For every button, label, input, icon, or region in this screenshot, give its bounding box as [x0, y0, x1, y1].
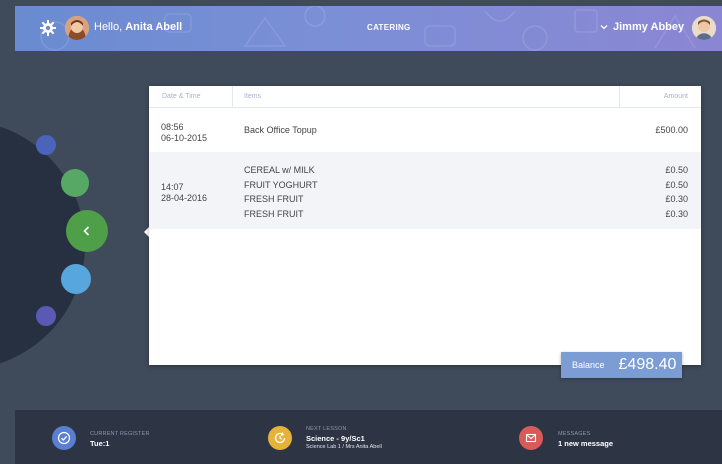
- row-item: FRESH FRUIT: [244, 194, 304, 204]
- messages-button[interactable]: [519, 426, 543, 450]
- register-button[interactable]: [52, 426, 76, 450]
- row-time: 08:56: [161, 122, 184, 132]
- page-title: CATERING: [367, 23, 411, 32]
- row-amount: £0.50: [665, 179, 688, 190]
- back-button[interactable]: [66, 210, 108, 252]
- row-amount: £0.30: [665, 208, 688, 219]
- row-datetime: 14:07 28-04-2016: [161, 182, 207, 204]
- row-item: CEREAL w/ MILK: [244, 165, 315, 175]
- table-header: Date & Time Items Amount: [149, 86, 701, 108]
- row-item: FRESH FRUIT: [244, 208, 304, 219]
- column-divider: [232, 86, 233, 108]
- balance-badge: Balance £498.40: [561, 352, 682, 378]
- transactions-panel: Date & Time Items Amount 08:56 06-10-201…: [149, 86, 701, 365]
- nav-dot[interactable]: [36, 306, 56, 326]
- nav-dot[interactable]: [36, 135, 56, 155]
- lesson-value: Science - 9y/Sc1: [306, 434, 365, 443]
- row-items: Back Office Topup: [244, 123, 317, 138]
- row-datetime: 08:56 06-10-2015: [161, 122, 207, 144]
- refresh-clock-icon: [274, 432, 286, 444]
- top-bar: Hello, Anita Abell CATERING Jimmy Abbey: [15, 6, 722, 51]
- column-header-items: Items: [244, 93, 262, 100]
- row-amounts: £500.00: [655, 123, 688, 138]
- app-window: Hello, Anita Abell CATERING Jimmy Abbey …: [0, 0, 722, 464]
- greeting: Hello, Anita Abell: [94, 21, 182, 33]
- gear-icon[interactable]: [39, 19, 57, 37]
- column-header-date: Date & Time: [162, 93, 201, 100]
- register-label: CURRENT REGISTER: [90, 431, 150, 437]
- chevron-down-icon[interactable]: [600, 23, 608, 31]
- check-circle-icon: [57, 431, 71, 445]
- row-amounts: £0.50 £0.50 £0.30 £0.30: [665, 163, 688, 221]
- row-items: CEREAL w/ MILK FRUIT YOGHURT FRESH FRUIT…: [244, 163, 318, 221]
- chevron-left-icon: [83, 226, 90, 236]
- balance-label: Balance: [572, 360, 605, 370]
- column-header-amount: Amount: [663, 93, 688, 100]
- user-menu-name[interactable]: Jimmy Abbey: [613, 21, 684, 33]
- row-date: 06-10-2015: [161, 133, 208, 143]
- table-row[interactable]: 14:07 28-04-2016 CEREAL w/ MILK FRUIT YO…: [149, 152, 701, 229]
- lesson-button[interactable]: [268, 426, 292, 450]
- nav-dot[interactable]: [61, 264, 91, 294]
- nav-dot[interactable]: [61, 169, 89, 197]
- footer-bar: CURRENT REGISTER Tue:1 NEXT LESSON Scien…: [15, 410, 722, 464]
- messages-value[interactable]: 1 new message: [558, 439, 613, 448]
- row-item: FRUIT YOGHURT: [244, 179, 318, 190]
- column-divider: [619, 86, 620, 108]
- greeting-name: Anita Abell: [125, 21, 183, 33]
- row-amount: £500.00: [655, 125, 688, 135]
- register-value: Tue:1: [90, 439, 110, 448]
- row-amount: £0.50: [665, 165, 688, 175]
- avatar[interactable]: [65, 16, 89, 40]
- messages-label: MESSAGES: [558, 431, 591, 437]
- table-row[interactable]: 08:56 06-10-2015 Back Office Topup £500.…: [149, 108, 701, 152]
- envelope-icon: [525, 433, 537, 443]
- lesson-label: NEXT LESSON: [306, 426, 347, 432]
- row-item: Back Office Topup: [244, 125, 317, 135]
- lesson-location: Science Lab 1 / Mrs Anita Abell: [306, 444, 382, 450]
- balance-value: £498.40: [618, 356, 677, 373]
- row-date: 28-04-2016: [161, 193, 208, 203]
- user-menu-avatar[interactable]: [692, 16, 716, 40]
- row-time: 14:07: [161, 182, 184, 192]
- row-amount: £0.30: [665, 194, 688, 204]
- greeting-prefix: Hello,: [94, 21, 126, 33]
